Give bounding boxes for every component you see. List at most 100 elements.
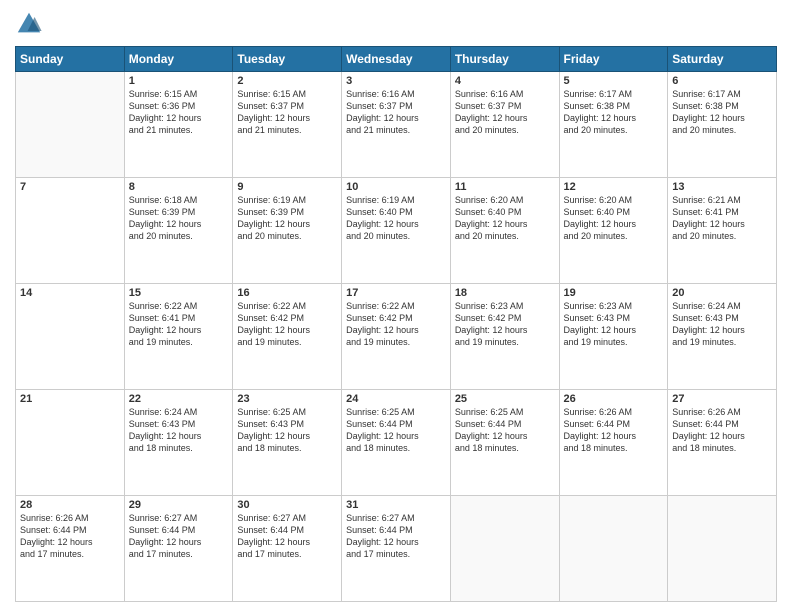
day-info: Sunrise: 6:15 AM Sunset: 6:36 PM Dayligh… — [129, 88, 229, 137]
day-info: Sunrise: 6:26 AM Sunset: 6:44 PM Dayligh… — [564, 406, 664, 455]
day-info: Sunrise: 6:26 AM Sunset: 6:44 PM Dayligh… — [672, 406, 772, 455]
calendar-cell: 27Sunrise: 6:26 AM Sunset: 6:44 PM Dayli… — [668, 390, 777, 496]
day-info: Sunrise: 6:23 AM Sunset: 6:43 PM Dayligh… — [564, 300, 664, 349]
calendar-cell: 6Sunrise: 6:17 AM Sunset: 6:38 PM Daylig… — [668, 72, 777, 178]
day-header-friday: Friday — [559, 47, 668, 72]
day-number: 20 — [672, 287, 772, 299]
calendar-cell: 26Sunrise: 6:26 AM Sunset: 6:44 PM Dayli… — [559, 390, 668, 496]
day-number: 12 — [564, 181, 664, 193]
day-info: Sunrise: 6:25 AM Sunset: 6:43 PM Dayligh… — [237, 406, 337, 455]
calendar-cell: 7 — [16, 178, 125, 284]
calendar-cell: 3Sunrise: 6:16 AM Sunset: 6:37 PM Daylig… — [342, 72, 451, 178]
calendar-cell: 25Sunrise: 6:25 AM Sunset: 6:44 PM Dayli… — [450, 390, 559, 496]
calendar-cell: 18Sunrise: 6:23 AM Sunset: 6:42 PM Dayli… — [450, 284, 559, 390]
day-number: 8 — [129, 181, 229, 193]
day-number: 17 — [346, 287, 446, 299]
calendar-cell: 20Sunrise: 6:24 AM Sunset: 6:43 PM Dayli… — [668, 284, 777, 390]
day-number: 25 — [455, 393, 555, 405]
day-info: Sunrise: 6:27 AM Sunset: 6:44 PM Dayligh… — [237, 512, 337, 561]
day-number: 30 — [237, 499, 337, 511]
day-number: 7 — [20, 181, 120, 193]
logo — [15, 10, 47, 38]
day-info: Sunrise: 6:20 AM Sunset: 6:40 PM Dayligh… — [564, 194, 664, 243]
day-header-saturday: Saturday — [668, 47, 777, 72]
day-info: Sunrise: 6:25 AM Sunset: 6:44 PM Dayligh… — [346, 406, 446, 455]
day-number: 6 — [672, 75, 772, 87]
calendar-cell: 21 — [16, 390, 125, 496]
day-number: 14 — [20, 287, 120, 299]
day-info: Sunrise: 6:22 AM Sunset: 6:41 PM Dayligh… — [129, 300, 229, 349]
day-info: Sunrise: 6:24 AM Sunset: 6:43 PM Dayligh… — [129, 406, 229, 455]
calendar-cell: 5Sunrise: 6:17 AM Sunset: 6:38 PM Daylig… — [559, 72, 668, 178]
calendar-cell: 24Sunrise: 6:25 AM Sunset: 6:44 PM Dayli… — [342, 390, 451, 496]
calendar-cell: 14 — [16, 284, 125, 390]
day-number: 1 — [129, 75, 229, 87]
calendar-cell: 16Sunrise: 6:22 AM Sunset: 6:42 PM Dayli… — [233, 284, 342, 390]
day-header-sunday: Sunday — [16, 47, 125, 72]
generalblue-logo-icon — [15, 10, 43, 38]
day-info: Sunrise: 6:22 AM Sunset: 6:42 PM Dayligh… — [237, 300, 337, 349]
day-header-tuesday: Tuesday — [233, 47, 342, 72]
day-header-thursday: Thursday — [450, 47, 559, 72]
calendar-cell: 23Sunrise: 6:25 AM Sunset: 6:43 PM Dayli… — [233, 390, 342, 496]
calendar-cell — [668, 496, 777, 602]
day-info: Sunrise: 6:24 AM Sunset: 6:43 PM Dayligh… — [672, 300, 772, 349]
day-number: 27 — [672, 393, 772, 405]
calendar-cell: 4Sunrise: 6:16 AM Sunset: 6:37 PM Daylig… — [450, 72, 559, 178]
day-number: 4 — [455, 75, 555, 87]
calendar-cell: 9Sunrise: 6:19 AM Sunset: 6:39 PM Daylig… — [233, 178, 342, 284]
calendar-cell: 19Sunrise: 6:23 AM Sunset: 6:43 PM Dayli… — [559, 284, 668, 390]
day-info: Sunrise: 6:16 AM Sunset: 6:37 PM Dayligh… — [455, 88, 555, 137]
day-info: Sunrise: 6:15 AM Sunset: 6:37 PM Dayligh… — [237, 88, 337, 137]
day-info: Sunrise: 6:16 AM Sunset: 6:37 PM Dayligh… — [346, 88, 446, 137]
calendar-cell: 11Sunrise: 6:20 AM Sunset: 6:40 PM Dayli… — [450, 178, 559, 284]
day-number: 22 — [129, 393, 229, 405]
day-info: Sunrise: 6:21 AM Sunset: 6:41 PM Dayligh… — [672, 194, 772, 243]
day-header-monday: Monday — [124, 47, 233, 72]
day-number: 26 — [564, 393, 664, 405]
calendar-cell: 8Sunrise: 6:18 AM Sunset: 6:39 PM Daylig… — [124, 178, 233, 284]
day-number: 15 — [129, 287, 229, 299]
day-number: 31 — [346, 499, 446, 511]
calendar-table: SundayMondayTuesdayWednesdayThursdayFrid… — [15, 46, 777, 602]
day-number: 21 — [20, 393, 120, 405]
day-number: 18 — [455, 287, 555, 299]
calendar-cell: 1Sunrise: 6:15 AM Sunset: 6:36 PM Daylig… — [124, 72, 233, 178]
day-number: 16 — [237, 287, 337, 299]
day-info: Sunrise: 6:18 AM Sunset: 6:39 PM Dayligh… — [129, 194, 229, 243]
calendar-cell: 31Sunrise: 6:27 AM Sunset: 6:44 PM Dayli… — [342, 496, 451, 602]
day-header-wednesday: Wednesday — [342, 47, 451, 72]
calendar-cell: 15Sunrise: 6:22 AM Sunset: 6:41 PM Dayli… — [124, 284, 233, 390]
calendar-cell — [16, 72, 125, 178]
calendar-cell: 10Sunrise: 6:19 AM Sunset: 6:40 PM Dayli… — [342, 178, 451, 284]
calendar-cell: 28Sunrise: 6:26 AM Sunset: 6:44 PM Dayli… — [16, 496, 125, 602]
day-number: 9 — [237, 181, 337, 193]
day-number: 19 — [564, 287, 664, 299]
day-number: 3 — [346, 75, 446, 87]
day-info: Sunrise: 6:27 AM Sunset: 6:44 PM Dayligh… — [129, 512, 229, 561]
day-info: Sunrise: 6:19 AM Sunset: 6:39 PM Dayligh… — [237, 194, 337, 243]
calendar-cell: 13Sunrise: 6:21 AM Sunset: 6:41 PM Dayli… — [668, 178, 777, 284]
calendar-cell: 29Sunrise: 6:27 AM Sunset: 6:44 PM Dayli… — [124, 496, 233, 602]
day-info: Sunrise: 6:26 AM Sunset: 6:44 PM Dayligh… — [20, 512, 120, 561]
calendar-cell — [450, 496, 559, 602]
calendar-cell — [559, 496, 668, 602]
calendar-cell: 22Sunrise: 6:24 AM Sunset: 6:43 PM Dayli… — [124, 390, 233, 496]
day-number: 5 — [564, 75, 664, 87]
day-info: Sunrise: 6:17 AM Sunset: 6:38 PM Dayligh… — [672, 88, 772, 137]
day-info: Sunrise: 6:27 AM Sunset: 6:44 PM Dayligh… — [346, 512, 446, 561]
calendar-cell: 12Sunrise: 6:20 AM Sunset: 6:40 PM Dayli… — [559, 178, 668, 284]
day-info: Sunrise: 6:25 AM Sunset: 6:44 PM Dayligh… — [455, 406, 555, 455]
day-info: Sunrise: 6:23 AM Sunset: 6:42 PM Dayligh… — [455, 300, 555, 349]
calendar-cell: 2Sunrise: 6:15 AM Sunset: 6:37 PM Daylig… — [233, 72, 342, 178]
day-number: 10 — [346, 181, 446, 193]
calendar-cell: 30Sunrise: 6:27 AM Sunset: 6:44 PM Dayli… — [233, 496, 342, 602]
day-info: Sunrise: 6:22 AM Sunset: 6:42 PM Dayligh… — [346, 300, 446, 349]
day-number: 23 — [237, 393, 337, 405]
day-number: 2 — [237, 75, 337, 87]
day-info: Sunrise: 6:19 AM Sunset: 6:40 PM Dayligh… — [346, 194, 446, 243]
day-number: 28 — [20, 499, 120, 511]
day-info: Sunrise: 6:17 AM Sunset: 6:38 PM Dayligh… — [564, 88, 664, 137]
day-number: 13 — [672, 181, 772, 193]
day-number: 29 — [129, 499, 229, 511]
